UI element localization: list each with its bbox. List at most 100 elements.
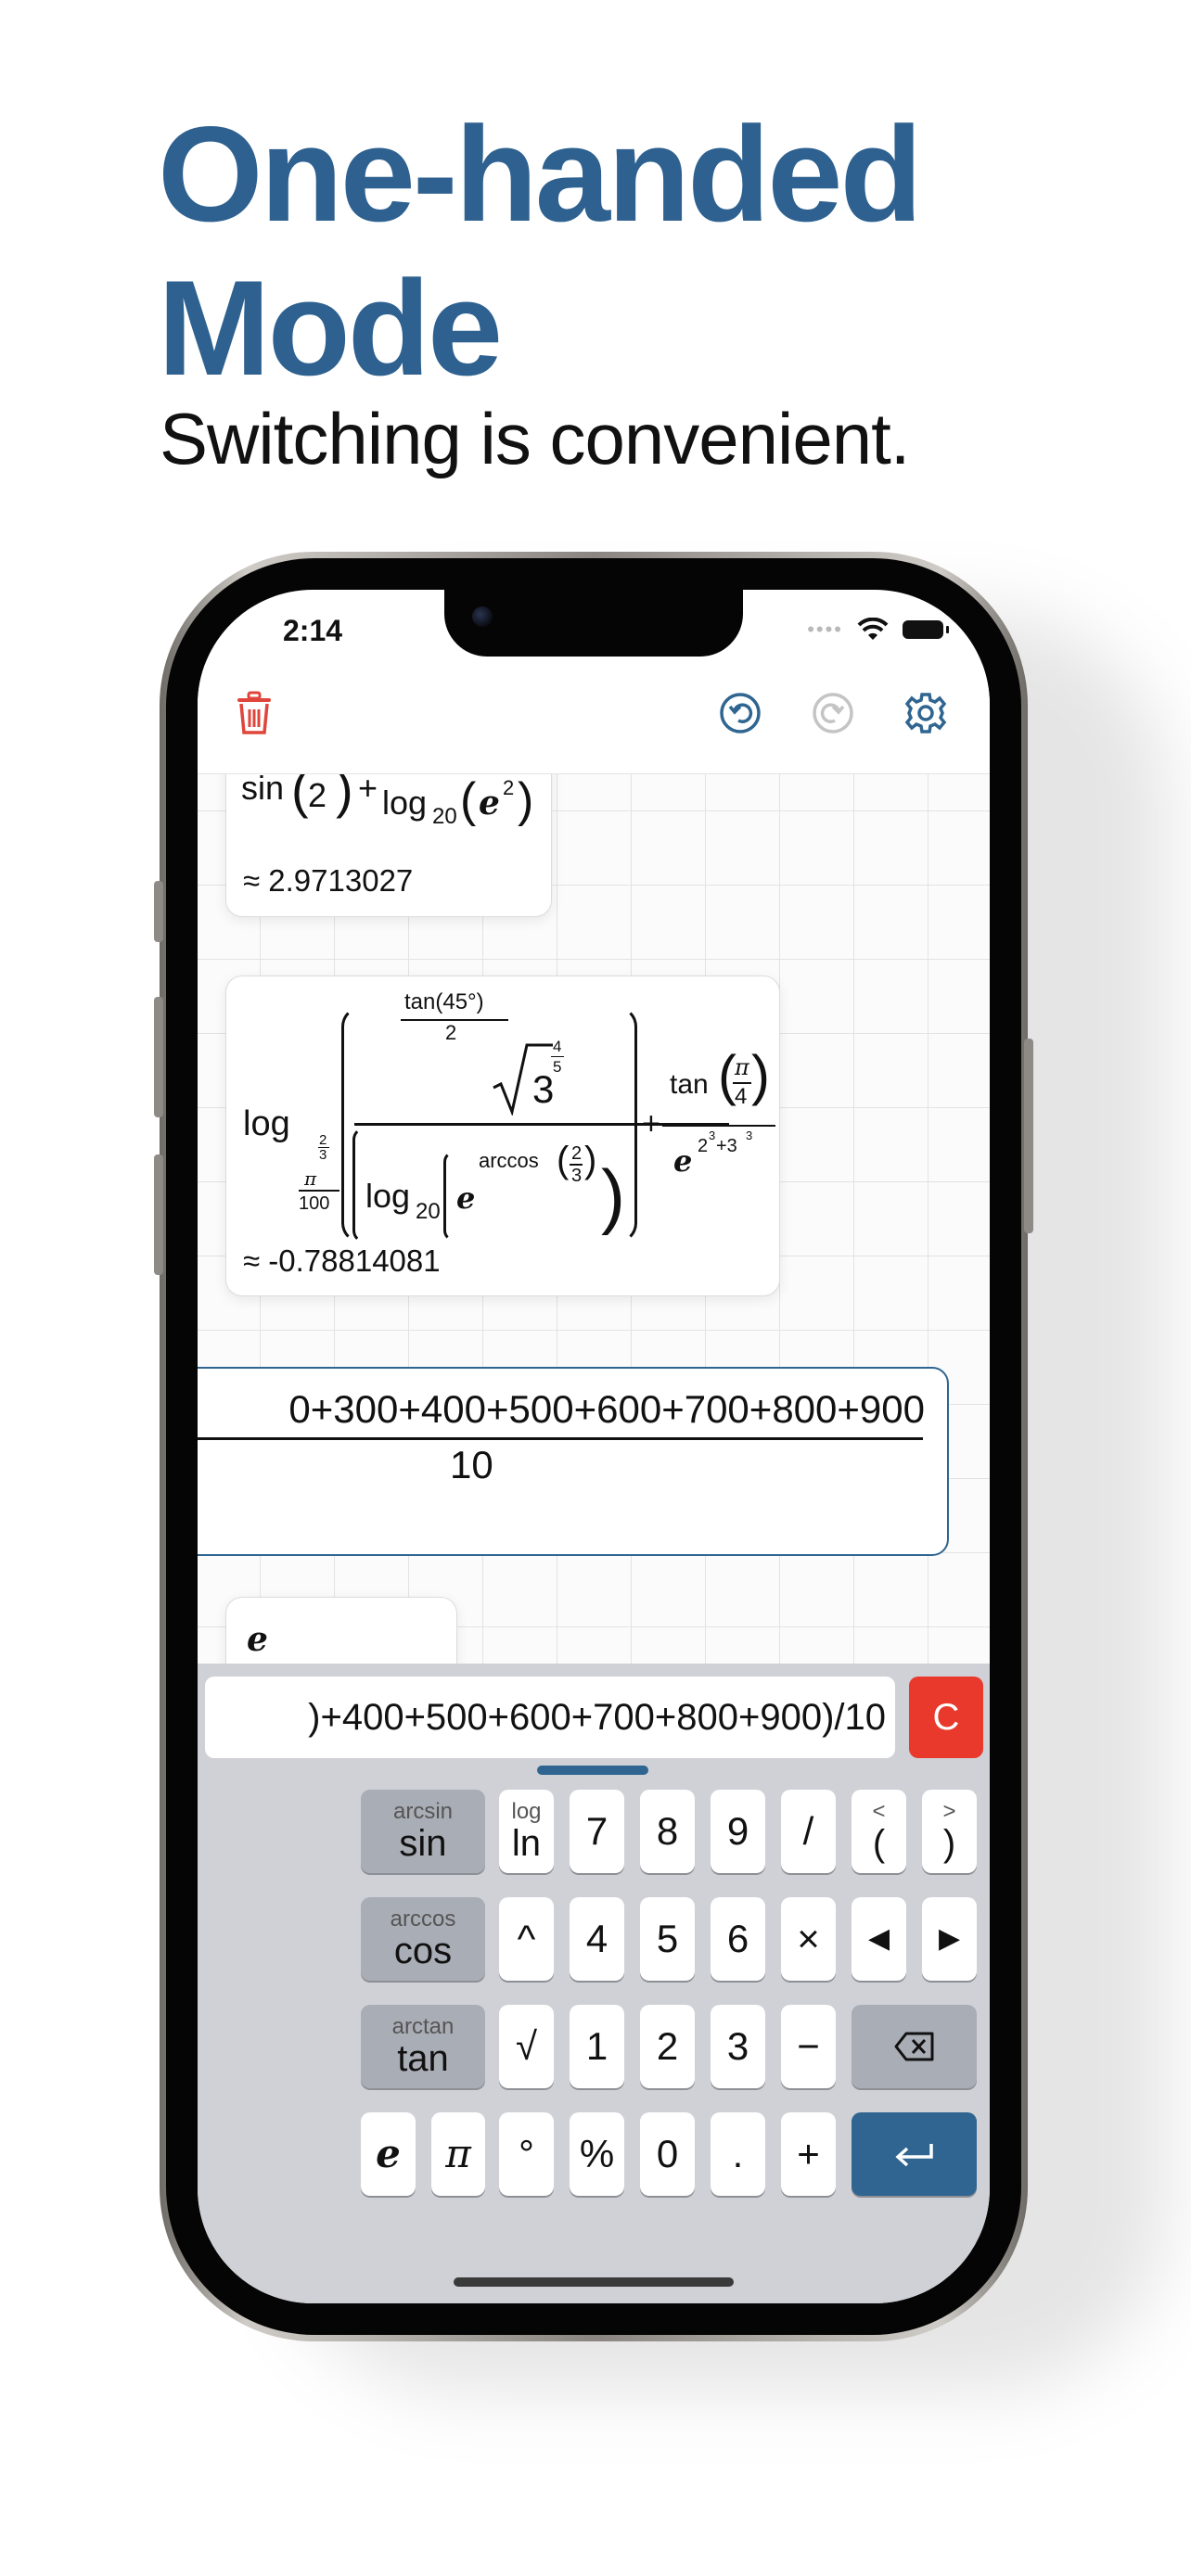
frac-den: 2 [308, 776, 327, 814]
key-minus[interactable]: − [781, 2005, 836, 2088]
battery-icon [903, 620, 949, 639]
delete-button[interactable] [231, 690, 277, 736]
func-tan: tan [670, 1069, 709, 1100]
key-power[interactable]: ^ [499, 1897, 554, 1981]
frac-top: tan(45°) [404, 989, 484, 1014]
calc-card[interactable]: log 2 3 π 100 tan(45°) 2 3 4 5 log 20 e … [225, 976, 780, 1296]
key-degree[interactable]: ° [499, 2112, 554, 2196]
key-3[interactable]: 3 [711, 2005, 765, 2088]
paren: ( [557, 1140, 570, 1180]
key-close-paren[interactable]: >) [922, 1790, 977, 1873]
calc-card[interactable]: e [225, 1597, 457, 1664]
expression-text: )+400+500+600+700+800+900)/10 [308, 1697, 886, 1738]
euler-e: e [456, 1180, 476, 1216]
calculator-keyboard: arcsin sin log ln 7 8 9 / <( >) arccos cos … [198, 1756, 990, 2303]
key-0[interactable]: 0 [640, 2112, 695, 2196]
undo-button[interactable] [717, 690, 763, 736]
signal-icon: •••• [807, 618, 843, 641]
key-decimal[interactable]: . [711, 2112, 765, 2196]
key-9[interactable]: 9 [711, 1790, 765, 1873]
key-pi[interactable]: π [431, 2112, 485, 2196]
log-base: 20 [432, 804, 457, 829]
key-open-paren[interactable]: <( [852, 1790, 906, 1873]
exp-term-b-sup: 3 [746, 1129, 753, 1142]
card-result: ≈ 2.9713027 [243, 863, 414, 898]
fraction-bar [662, 1125, 775, 1127]
redo-icon [813, 693, 853, 733]
key-percent[interactable]: % [570, 2112, 624, 2196]
headline-line-2: Mode [158, 252, 503, 403]
key-multiply[interactable]: × [781, 1897, 836, 1981]
card-expression: log 2 3 π 100 tan(45°) 2 3 4 5 log 20 e … [226, 976, 779, 1245]
settings-button[interactable] [903, 690, 949, 736]
calculation-canvas[interactable]: sin ( 2 ) + log 20 ( e 2 ) ≈ 2.9713027 l… [198, 773, 990, 1664]
key-plus[interactable]: + [781, 2112, 836, 2196]
backspace-icon [894, 2032, 933, 2061]
calc-card-active[interactable]: 0+300+400+500+600+700+800+900 10 [198, 1367, 949, 1556]
home-indicator[interactable] [454, 2277, 734, 2287]
euler-e: e [673, 1143, 693, 1179]
paren: ) [751, 1044, 770, 1106]
trash-icon [237, 691, 271, 734]
clear-button[interactable]: C [909, 1677, 983, 1758]
fraction-bar [299, 1190, 339, 1192]
key-5[interactable]: 5 [640, 1897, 695, 1981]
key-divide[interactable]: / [781, 1790, 836, 1873]
phone-screen: 2:14 •••• sin (2) + log 20 (e 2) ≈ 2… [198, 590, 990, 2303]
arccos-den: 3 [571, 1166, 583, 1186]
key-7[interactable]: 7 [570, 1790, 624, 1873]
log-base-num: π [304, 1167, 317, 1190]
func-log: log [382, 784, 428, 822]
card-expression: sin ( 2 ) + log 20 ( e 2 ) [241, 773, 547, 847]
key-4[interactable]: 4 [570, 1897, 624, 1981]
volume-up-button [154, 997, 163, 1117]
redo-button[interactable] [810, 690, 856, 736]
denominator: 10 [450, 1443, 493, 1486]
toolbar [198, 664, 990, 774]
headline-line-1: One-handed [158, 98, 923, 249]
log-base: 20 [416, 1199, 441, 1224]
headline: One-handed Mode [158, 97, 1085, 405]
calc-card[interactable]: sin ( 2 ) + log 20 ( e 2 ) ≈ 2.9713027 [225, 773, 552, 917]
key-cos[interactable]: arccos cos [361, 1897, 485, 1981]
key-1[interactable]: 1 [570, 2005, 624, 2088]
key-tan[interactable]: arctan tan [361, 2005, 485, 2088]
func-log: log [243, 1104, 290, 1143]
status-icons: •••• [807, 618, 949, 642]
key-sin[interactable]: arcsin sin [361, 1790, 485, 1873]
exp-term-a-sup: 3 [709, 1129, 716, 1142]
key-cursor-left[interactable]: ◀ [852, 1897, 906, 1981]
big-paren [614, 1006, 637, 1243]
numerator: 0+300+400+500+600+700+800+900 [288, 1387, 925, 1431]
plus-op: + [642, 1106, 660, 1141]
undo-icon [720, 693, 761, 733]
key-enter[interactable] [852, 2112, 977, 2196]
frac-top-den: 2 [445, 1021, 457, 1044]
key-ln[interactable]: log ln [499, 1790, 554, 1873]
exp-term-a: 2 [698, 1136, 709, 1156]
plus-op: + [358, 773, 378, 807]
expression-input[interactable]: )+400+500+600+700+800+900)/10 [205, 1677, 895, 1758]
card-result: ≈ -0.78814081 [243, 1243, 441, 1278]
phone-frame: 2:14 •••• sin (2) + log 20 (e 2) ≈ 2… [154, 552, 1033, 2341]
key-8[interactable]: 8 [640, 1790, 695, 1873]
root-exp-num: 4 [553, 1038, 562, 1055]
exp-term-b: +3 [716, 1136, 737, 1156]
paren: ( [718, 1044, 736, 1106]
key-backspace[interactable] [852, 2005, 977, 2088]
camera [472, 606, 493, 627]
key-cursor-right[interactable]: ▶ [922, 1897, 977, 1981]
wifi-icon [857, 618, 889, 640]
key-e[interactable]: e [361, 2112, 416, 2196]
arrow-left-icon: ◀ [867, 1923, 890, 1954]
key-2[interactable]: 2 [640, 2005, 695, 2088]
func-log: log [365, 1177, 411, 1215]
pi-den: 4 [735, 1084, 748, 1109]
paren: ) [584, 1140, 597, 1180]
exponent: 2 [503, 776, 515, 799]
key-6[interactable]: 6 [711, 1897, 765, 1981]
return-icon [894, 2144, 933, 2167]
key-sqrt[interactable]: √ [499, 2005, 554, 2088]
input-bar: )+400+500+600+700+800+900)/10 C [198, 1664, 990, 1758]
keyboard-handle[interactable] [537, 1766, 648, 1775]
